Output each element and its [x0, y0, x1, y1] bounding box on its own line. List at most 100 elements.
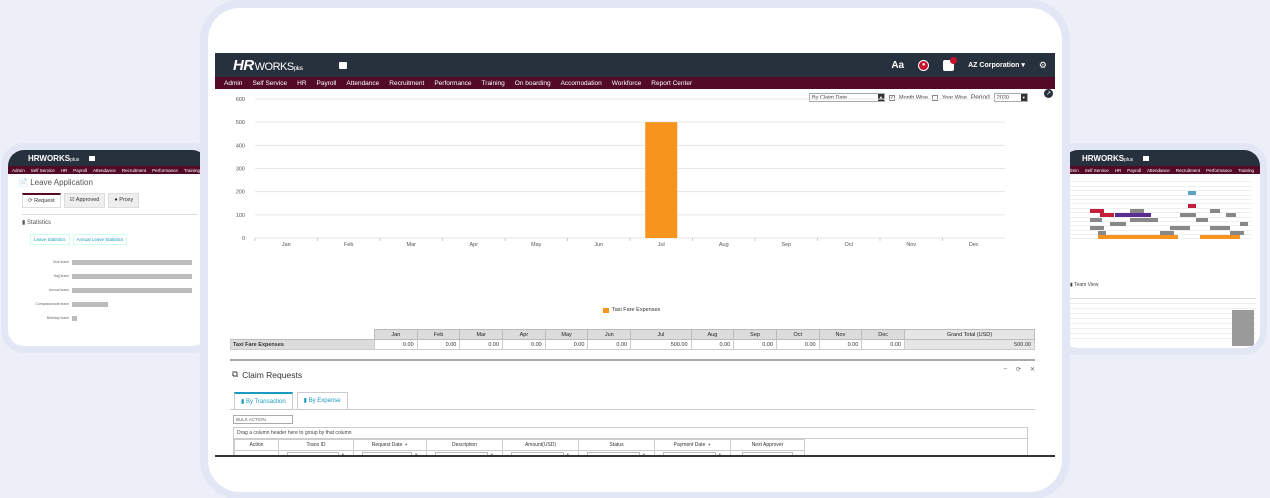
- mini-menu-item: Recruitment: [121, 167, 147, 173]
- mini-menu-item: HR: [1114, 167, 1122, 173]
- leave-stat-bars: Sick leave Hajj leave Annual leave Compa…: [22, 255, 198, 325]
- column-filter-input[interactable]: [435, 451, 488, 455]
- summary-cell: 0.00: [861, 339, 905, 350]
- status-marker: [202, 337, 206, 340]
- minimize-icon[interactable]: –: [1004, 366, 1007, 373]
- calendar-leave-bar: [1098, 235, 1178, 240]
- column-filter-input[interactable]: [587, 451, 640, 455]
- calendar-leave-bar: [1210, 226, 1230, 231]
- column-header-payment-date[interactable]: Payment Date ▼: [654, 439, 731, 451]
- close-icon[interactable]: ✕: [1030, 366, 1035, 373]
- calendar-alert-icon[interactable]: [943, 56, 958, 71]
- filter-icon[interactable]: ▼: [718, 452, 722, 455]
- menu-item-accomodation[interactable]: Accomodation: [556, 80, 607, 87]
- refresh-icon[interactable]: ⟳: [1016, 366, 1021, 373]
- column-header-label: Description: [451, 442, 477, 448]
- y-tick-label: 100: [236, 213, 245, 219]
- filter-icon[interactable]: ▼: [404, 442, 408, 447]
- menu-item-training[interactable]: Training: [477, 80, 510, 87]
- leave-tab-proxy[interactable]: ● Proxy: [108, 193, 140, 208]
- menu-item-report-center[interactable]: Report Center: [646, 80, 697, 87]
- filter-cell: [730, 450, 805, 455]
- column-header-tranx-id[interactable]: Tranx ID: [278, 439, 354, 451]
- menu-item-admin[interactable]: Admin: [219, 80, 247, 87]
- filter-cell: [234, 450, 279, 455]
- calendar-leave-bar: [1240, 221, 1248, 226]
- leave-calendar-grid: [1070, 178, 1252, 288]
- collapse-icon[interactable]: ↗: [1044, 89, 1053, 98]
- summary-column-header: Oct: [775, 329, 820, 340]
- taxi-fare-chart: 0 100 200 300 400 500 600 Jan Feb Mar Apr May Jun Jul…: [236, 97, 1005, 248]
- calendar-leave-bar: [1090, 208, 1104, 213]
- statistics-heading: ▮ Statistics: [22, 220, 51, 226]
- main-tablet: HR WORKS plus Aa ● AZ Corporation ▾ ⚙ Admi…: [208, 8, 1062, 492]
- briefcase-icon: [89, 155, 96, 161]
- filter-cell: ▼: [654, 450, 731, 455]
- calendar-leave-bar: [1180, 213, 1196, 218]
- summary-cell: 0.00: [587, 339, 632, 350]
- mini-menu-item: Attendance: [93, 167, 116, 173]
- menu-item-attendance[interactable]: Attendance: [341, 80, 384, 87]
- calendar-leave-bar: [1130, 208, 1144, 213]
- column-header-next-approver[interactable]: Next Approver: [730, 439, 805, 451]
- menu-item-recruitment[interactable]: Recruitment: [384, 80, 429, 87]
- x-tick-label: Jun: [594, 242, 603, 248]
- filter-icon[interactable]: ▼: [341, 452, 345, 455]
- tab-by-expense[interactable]: ▮ By Expense: [296, 392, 348, 409]
- menu-item-on-boarding[interactable]: On boarding: [510, 80, 556, 87]
- tab-by-transaction[interactable]: ▮ By Transaction: [234, 392, 293, 409]
- leave-stat-row: Annual leave: [22, 283, 198, 297]
- summary-column-header: Feb: [416, 329, 461, 340]
- mini-menu-item: Recruitment: [1175, 167, 1201, 173]
- summary-row-label: Taxi Fare Expenses: [230, 339, 375, 350]
- column-filter-input[interactable]: [511, 451, 564, 455]
- summary-column-header: Dec: [861, 329, 905, 340]
- column-header-status[interactable]: Status: [578, 439, 655, 451]
- menu-item-workforce[interactable]: Workforce: [607, 80, 647, 87]
- column-filter-input[interactable]: [287, 451, 339, 455]
- column-header-action[interactable]: Action: [234, 439, 279, 451]
- leave-tab-request[interactable]: ⟳ Request: [22, 193, 61, 208]
- summary-header-row: Jan Feb Mar Apr May Jun Jul Aug Sep Oct Nov Dec Gran…: [230, 329, 1035, 340]
- hrworks-logo[interactable]: HR WORKS plus: [233, 57, 303, 74]
- calendar-row: [1070, 235, 1252, 240]
- claims-table: Action Tranx ID Request Date ▼ Description Am…: [234, 439, 805, 455]
- claim-tabs: ▮ By Transaction ▮ By Expense: [230, 392, 1035, 410]
- summary-column-header: Jul: [630, 329, 692, 340]
- summary-cell: 0.00: [690, 339, 735, 350]
- menu-item-hr[interactable]: HR: [292, 80, 311, 87]
- subtab-leave-statistics[interactable]: Leave Statistics: [30, 234, 70, 245]
- menu-item-payroll[interactable]: Payroll: [312, 80, 342, 87]
- company-selector[interactable]: AZ Corporation ▾: [968, 61, 1025, 69]
- bulk-action-select[interactable]: BULK ACTION: [233, 415, 293, 424]
- menu-item-self-service[interactable]: Self Service: [247, 80, 292, 87]
- left-preview-logo: HRWORKSplus: [28, 153, 80, 163]
- column-header-label: Status: [609, 442, 624, 448]
- briefcase-icon[interactable]: [338, 61, 347, 69]
- filter-icon[interactable]: ▼: [490, 452, 494, 455]
- menu-item-performance[interactable]: Performance: [429, 80, 476, 87]
- column-header-label: Next Approver: [751, 442, 784, 448]
- column-header-description[interactable]: Description: [426, 439, 503, 451]
- leave-tab-approved[interactable]: ☑ Approved: [63, 193, 106, 208]
- chevron-down-icon: ▼: [1020, 94, 1027, 101]
- summary-column-header: Sep: [733, 329, 777, 340]
- notification-icon[interactable]: ●: [918, 59, 930, 71]
- column-header-amount-usd[interactable]: Amount(USD): [502, 439, 579, 451]
- calendar-leave-bar: [1115, 213, 1151, 218]
- filter-icon[interactable]: ▼: [707, 442, 711, 447]
- calendar-leave-bar: [1100, 213, 1114, 218]
- font-size-toggle[interactable]: Aa: [891, 60, 904, 71]
- subtab-annual-leave-statistics[interactable]: Annual Leave Statistics: [72, 234, 128, 245]
- settings-icon[interactable]: ⚙: [1039, 60, 1047, 71]
- calendar-leave-bar: [1170, 226, 1190, 231]
- column-filter-input[interactable]: [741, 451, 794, 455]
- column-filter-input[interactable]: [663, 451, 716, 455]
- filter-icon[interactable]: ▼: [414, 452, 418, 455]
- right-preview-topbar: HRWORKSplus: [1062, 150, 1260, 166]
- filter-icon[interactable]: ▼: [566, 452, 570, 455]
- column-filter-input[interactable]: [361, 451, 413, 455]
- y-tick-label: 0: [242, 236, 245, 242]
- column-header-request-date[interactable]: Request Date ▼: [353, 439, 427, 451]
- filter-icon[interactable]: ▼: [642, 452, 646, 455]
